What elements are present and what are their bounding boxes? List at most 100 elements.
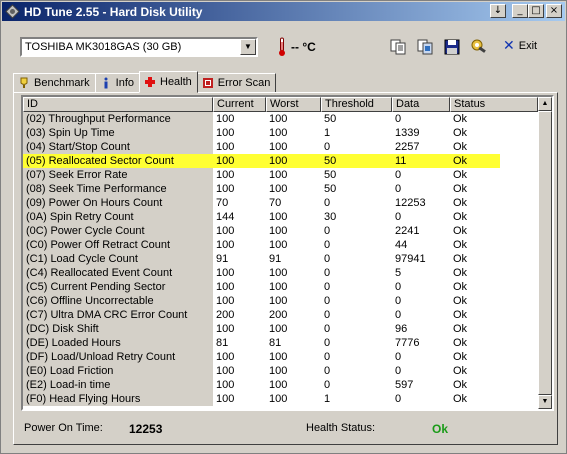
table-row[interactable]: (09) Power On Hours Count 70 70 0 12253 Ok xyxy=(23,196,500,210)
smart-table[interactable]: ID Current Worst Threshold Data Status (… xyxy=(21,95,554,411)
cell-id: (DC) Disk Shift xyxy=(23,322,213,336)
cell-id: (02) Throughput Performance xyxy=(23,112,213,126)
table-row[interactable]: (02) Throughput Performance 100 100 50 0 Ok xyxy=(23,112,500,126)
cell-threshold: 0 xyxy=(324,267,331,279)
cell-data: 597 xyxy=(395,379,414,391)
menu-dropdown-button[interactable]: ↓ xyxy=(490,4,506,18)
health-status-label: Health Status: xyxy=(306,422,376,434)
cell-id: (0C) Power Cycle Count xyxy=(23,224,213,238)
tab-benchmark[interactable]: Benchmark xyxy=(13,73,96,93)
cell-data: 0 xyxy=(395,365,402,377)
table-row[interactable]: (C0) Power Off Retract Count 100 100 0 44 Ok xyxy=(23,238,500,252)
table-row[interactable]: (04) Start/Stop Count 100 100 0 2257 Ok xyxy=(23,140,500,154)
table-row[interactable]: (E0) Load Friction 100 100 0 0 Ok xyxy=(23,364,500,378)
cell-status: Ok xyxy=(453,113,468,125)
toolbar: TOSHIBA MK3018GAS (30 GB) ▼ -- °C ✕ Exit xyxy=(13,33,558,67)
cell-id: (09) Power On Hours Count xyxy=(23,196,213,210)
column-header-data[interactable]: Data xyxy=(392,97,450,112)
tab-bar: Benchmark Info Health Error Scan xyxy=(13,71,277,93)
cell-id: (DF) Load/Unload Retry Count xyxy=(23,350,213,364)
cell-current: 100 xyxy=(216,295,235,307)
drive-select[interactable]: TOSHIBA MK3018GAS (30 GB) ▼ xyxy=(20,37,258,57)
save-icon[interactable] xyxy=(443,38,461,56)
table-row[interactable]: (C1) Load Cycle Count 91 91 0 97941 Ok xyxy=(23,252,500,266)
cell-current: 100 xyxy=(213,154,266,168)
scroll-thumb[interactable] xyxy=(538,111,552,395)
cell-threshold: 50 xyxy=(324,169,337,181)
table-row[interactable]: (DF) Load/Unload Retry Count 100 100 0 0 Ok xyxy=(23,350,500,364)
cell-current: 100 xyxy=(216,365,235,377)
table-row[interactable]: (DC) Disk Shift 100 100 0 96 Ok xyxy=(23,322,500,336)
table-row[interactable]: (0C) Power Cycle Count 100 100 0 2241 Ok xyxy=(23,224,500,238)
vertical-scrollbar[interactable]: ▲ ▼ xyxy=(538,97,552,409)
cell-data: 44 xyxy=(395,239,408,251)
cell-worst: 70 xyxy=(269,197,282,209)
cell-worst: 100 xyxy=(269,365,288,377)
column-header-current[interactable]: Current xyxy=(213,97,266,112)
table-row[interactable]: (E2) Load-in time 100 100 0 597 Ok xyxy=(23,378,500,392)
cell-worst: 100 xyxy=(269,295,288,307)
temperature-value: -- °C xyxy=(291,40,316,54)
cell-current: 100 xyxy=(216,183,235,195)
cell-worst: 81 xyxy=(269,337,282,349)
health-icon xyxy=(144,76,156,88)
table-row[interactable]: (03) Spin Up Time 100 100 1 1339 Ok xyxy=(23,126,500,140)
cell-status: Ok xyxy=(453,239,468,251)
table-row[interactable]: (C6) Offline Uncorrectable 100 100 0 0 Ok xyxy=(23,294,500,308)
cell-status: Ok xyxy=(453,253,468,265)
minimize-button[interactable]: _ xyxy=(512,4,528,18)
table-row[interactable]: (F0) Head Flying Hours 100 100 1 0 Ok xyxy=(23,392,500,406)
table-row[interactable]: (07) Seek Error Rate 100 100 50 0 Ok xyxy=(23,168,500,182)
table-row[interactable]: (0A) Spin Retry Count 144 100 30 0 Ok xyxy=(23,210,500,224)
chevron-down-icon[interactable]: ▼ xyxy=(240,39,256,55)
tab-health-label: Health xyxy=(160,76,192,88)
tab-info[interactable]: Info xyxy=(94,73,140,93)
cell-status: Ok xyxy=(453,351,468,363)
column-header-id[interactable]: ID xyxy=(23,97,213,112)
cell-status: Ok xyxy=(453,141,468,153)
exit-label: Exit xyxy=(518,40,538,52)
cell-threshold: 0 xyxy=(324,365,331,377)
cell-id: (C5) Current Pending Sector xyxy=(23,280,213,294)
cell-data: 5 xyxy=(395,267,402,279)
cell-data: 11 xyxy=(392,154,450,168)
close-button[interactable]: × xyxy=(546,4,562,18)
title-bar[interactable]: HD Tune 2.55 - Hard Disk Utility ↓ _ □ × xyxy=(2,2,565,21)
cell-data: 0 xyxy=(395,113,402,125)
cell-threshold: 50 xyxy=(324,113,337,125)
cell-worst: 100 xyxy=(269,141,288,153)
column-header-worst[interactable]: Worst xyxy=(266,97,321,112)
table-row[interactable]: (DE) Loaded Hours 81 81 0 7776 Ok xyxy=(23,336,500,350)
table-row[interactable]: (C5) Current Pending Sector 100 100 0 0 Ok xyxy=(23,280,500,294)
exit-button[interactable]: ✕ Exit xyxy=(503,38,537,54)
tab-error-scan[interactable]: Error Scan xyxy=(196,73,277,93)
cell-threshold: 1 xyxy=(324,127,331,139)
cell-current: 81 xyxy=(216,337,229,349)
table-row[interactable]: (C7) Ultra DMA CRC Error Count 200 200 0 0 Ok xyxy=(23,308,500,322)
column-header-status[interactable]: Status xyxy=(450,97,538,112)
cell-id: (C6) Offline Uncorrectable xyxy=(23,294,213,308)
copy-screen-icon[interactable] xyxy=(416,38,434,56)
cell-current: 91 xyxy=(216,253,229,265)
cell-worst: 100 xyxy=(269,113,288,125)
tab-health[interactable]: Health xyxy=(139,71,198,93)
cell-worst: 100 xyxy=(269,379,288,391)
cell-current: 100 xyxy=(216,379,235,391)
cell-current: 100 xyxy=(216,239,235,251)
health-status-value-wrap: Ok xyxy=(432,422,448,436)
options-icon[interactable] xyxy=(470,38,488,56)
cell-data: 0 xyxy=(395,393,402,405)
table-row[interactable]: (C4) Reallocated Event Count 100 100 0 5 Ok xyxy=(23,266,500,280)
drive-select-value: TOSHIBA MK3018GAS (30 GB) xyxy=(25,41,182,53)
cell-status: Ok xyxy=(453,281,468,293)
cell-current: 100 xyxy=(216,225,235,237)
table-row[interactable]: (05) Reallocated Sector Count 100 100 50 11 O… xyxy=(23,154,500,168)
column-header-threshold[interactable]: Threshold xyxy=(321,97,392,112)
cell-status: Ok xyxy=(453,295,468,307)
scroll-up-icon[interactable]: ▲ xyxy=(538,97,552,111)
table-row[interactable]: (08) Seek Time Performance 100 100 50 0 Ok xyxy=(23,182,500,196)
copy-info-icon[interactable] xyxy=(389,38,407,56)
maximize-button[interactable]: □ xyxy=(528,4,544,18)
scroll-down-icon[interactable]: ▼ xyxy=(538,395,552,409)
cell-worst: 100 xyxy=(269,351,288,363)
